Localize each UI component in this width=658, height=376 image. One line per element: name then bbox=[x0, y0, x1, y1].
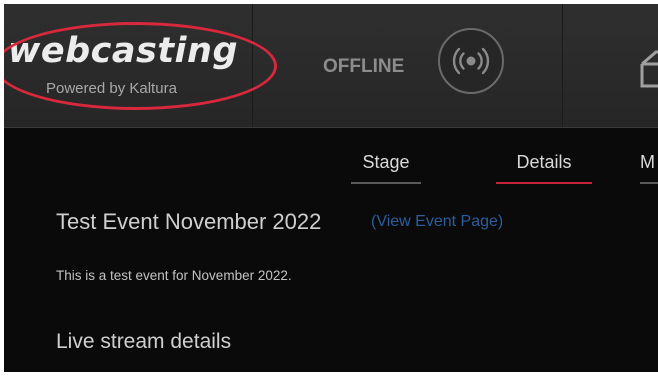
tab-stage-underline bbox=[351, 182, 421, 184]
event-description: This is a test event for November 2022. bbox=[56, 268, 292, 283]
event-title: Test Event November 2022 bbox=[56, 209, 322, 234]
app-frame: webcasting Powered by Kaltura OFFLINE St… bbox=[4, 4, 658, 372]
top-bar: webcasting Powered by Kaltura OFFLINE bbox=[4, 4, 658, 128]
live-stream-details-heading: Live stream details bbox=[56, 330, 232, 353]
broadcast-icon bbox=[452, 47, 490, 75]
logo-highlight-ring bbox=[4, 22, 277, 110]
tab-stage[interactable]: Stage bbox=[351, 152, 421, 173]
tab-details-underline bbox=[496, 182, 592, 184]
broadcast-status: OFFLINE bbox=[253, 4, 563, 127]
tab-details[interactable]: Details bbox=[496, 152, 592, 173]
tab-bar: Stage Details M bbox=[4, 128, 658, 188]
view-event-page-link[interactable]: (View Event Page) bbox=[371, 213, 503, 231]
tab-more-underline bbox=[640, 182, 658, 184]
status-label: OFFLINE bbox=[323, 56, 405, 77]
logo[interactable]: webcasting Powered by Kaltura bbox=[4, 4, 277, 127]
box-icon bbox=[640, 50, 658, 88]
tab-more[interactable]: M bbox=[640, 152, 658, 173]
toolbar-extra[interactable] bbox=[563, 4, 658, 127]
broadcast-button[interactable] bbox=[438, 28, 504, 94]
